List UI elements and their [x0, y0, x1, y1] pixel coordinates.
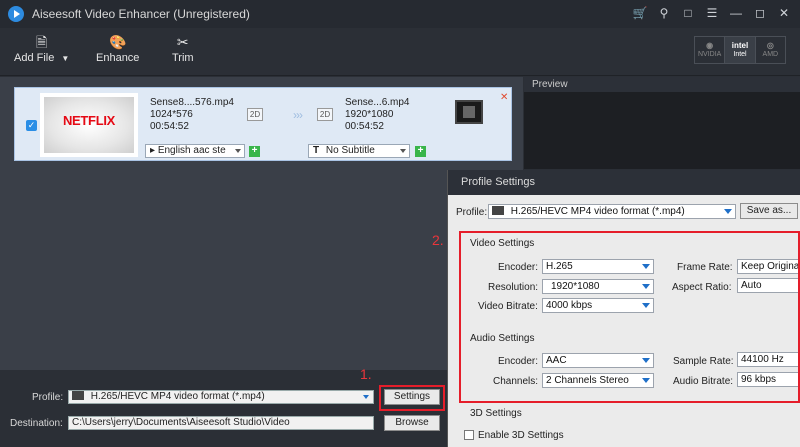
output-info: Sense...6.mp4 1920*1080 00:54:52: [345, 97, 409, 133]
subtitle-select[interactable]: T No Subtitle: [308, 144, 410, 158]
destination-field[interactable]: C:\Users\jerry\Documents\Aiseesoft Studi…: [68, 416, 374, 430]
annotation-number-2: 2.: [432, 232, 444, 248]
dialog-profile-value: H.265/HEVC MP4 video format (*.mp4): [510, 206, 685, 217]
annotation-box-settings: [379, 385, 445, 411]
source-duration: 00:54:52: [150, 121, 189, 132]
toolbar: 🗎 Add File ▼ 🎨 Enhance ✂ Trim ◉ NVIDIA i…: [0, 28, 800, 76]
palette-icon: 🎨: [109, 34, 127, 50]
output-format-icon[interactable]: [455, 100, 483, 124]
speaker-icon: ▸: [150, 145, 156, 156]
hw-amd-label: AMD: [762, 51, 779, 58]
save-as-button[interactable]: Save as...: [740, 203, 798, 219]
audio-track-value: English aac ste: [157, 145, 226, 156]
enable-3d-label: Enable 3D Settings: [478, 430, 564, 441]
app-logo-icon: [8, 6, 24, 22]
browse-button[interactable]: Browse: [384, 415, 440, 431]
chevron-down-icon: [363, 395, 369, 399]
amd-icon: ◎: [766, 41, 774, 50]
hw-nvidia[interactable]: ◉ NVIDIA: [695, 37, 726, 63]
title-bar: Aiseesoft Video Enhancer (Unregistered) …: [0, 0, 800, 28]
preview-pane: Preview: [524, 77, 800, 169]
enable-3d-checkbox[interactable]: [464, 430, 474, 440]
text-icon: T: [313, 145, 320, 156]
trim-button[interactable]: ✂ Trim: [172, 32, 194, 64]
file-checkbox[interactable]: ✓: [26, 120, 37, 131]
3d-settings-heading: 3D Settings: [470, 408, 522, 419]
close-icon[interactable]: ✕: [774, 4, 794, 22]
annotation-number-1: 1.: [360, 366, 372, 382]
menu-icon[interactable]: ☰: [702, 4, 722, 22]
hardware-acceleration-group: ◉ NVIDIA intel Intel ◎ AMD: [694, 36, 786, 64]
dialog-profile-select[interactable]: H.265/HEVC MP4 video format (*.mp4): [488, 204, 736, 219]
enhance-label: Enhance: [96, 52, 140, 64]
file-item[interactable]: ✓ NETFLIX Sense8....576.mp4 1024*576 00:…: [14, 87, 512, 161]
output-resolution: 1920*1080: [345, 109, 394, 120]
cart-icon[interactable]: 🛒: [630, 4, 650, 22]
annotation-box-settings-panel: [459, 231, 800, 403]
remove-file-icon[interactable]: ✕: [500, 92, 508, 103]
hw-intel[interactable]: intel Intel: [725, 37, 756, 63]
hw-nvidia-label: NVIDIA: [697, 51, 722, 58]
subtitle-value: No Subtitle: [325, 145, 375, 156]
source-2d-badge[interactable]: 2D: [247, 108, 263, 121]
add-subtitle-button[interactable]: +: [415, 146, 426, 157]
minimize-icon[interactable]: —: [726, 4, 746, 22]
scissors-icon: ✂: [176, 34, 189, 50]
source-resolution: 1024*576: [150, 109, 193, 120]
maximize-icon[interactable]: ◻: [750, 4, 770, 22]
chevron-down-icon: [400, 149, 406, 153]
enhance-button[interactable]: 🎨 Enhance: [96, 32, 139, 64]
video-thumbnail: NETFLIX: [40, 93, 138, 157]
dialog-profile-label: Profile:: [456, 207, 488, 218]
mp4-format-icon: [492, 206, 504, 215]
title-bar-controls: 🛒 ⚲ □ ☰ — ◻ ✕: [630, 4, 794, 22]
preview-title: Preview: [524, 77, 800, 92]
hw-intel-label: Intel: [733, 51, 747, 58]
add-file-icon: 🗎: [36, 34, 48, 50]
mp4-format-icon: [72, 391, 84, 400]
hw-amd[interactable]: ◎ AMD: [756, 37, 785, 63]
file-list: ✓ NETFLIX Sense8....576.mp4 1024*576 00:…: [0, 77, 523, 370]
add-file-button[interactable]: 🗎 Add File ▼: [14, 32, 69, 64]
nvidia-icon: ◉: [706, 41, 714, 50]
chevron-down-icon[interactable]: ▼: [61, 54, 69, 63]
chevron-down-icon: [724, 209, 732, 214]
output-duration: 00:54:52: [345, 121, 384, 132]
feedback-icon[interactable]: □: [678, 4, 698, 22]
app-title: Aiseesoft Video Enhancer (Unregistered): [32, 7, 250, 21]
audio-track-select[interactable]: ▸ English aac ste: [145, 144, 245, 158]
output-filename: Sense...6.mp4: [345, 97, 410, 108]
destination-label: Destination:: [10, 418, 63, 429]
profile-select[interactable]: H.265/HEVC MP4 video format (*.mp4): [68, 390, 374, 404]
output-2d-badge[interactable]: 2D: [317, 108, 333, 121]
add-audio-button[interactable]: +: [249, 146, 260, 157]
chevron-down-icon: [235, 149, 241, 153]
profile-value: H.265/HEVC MP4 video format (*.mp4): [90, 391, 265, 402]
add-file-label: Add File: [14, 52, 55, 64]
source-filename: Sense8....576.mp4: [150, 97, 234, 108]
profile-label: Profile:: [32, 392, 64, 403]
trim-label: Trim: [172, 52, 194, 64]
source-info: Sense8....576.mp4 1024*576 00:54:52: [150, 97, 234, 133]
convert-arrows-icon: ›››: [293, 108, 303, 122]
netflix-logo: NETFLIX: [62, 113, 116, 128]
dialog-title: Profile Settings: [448, 170, 800, 195]
key-icon[interactable]: ⚲: [654, 4, 674, 22]
intel-icon: intel: [731, 41, 749, 50]
